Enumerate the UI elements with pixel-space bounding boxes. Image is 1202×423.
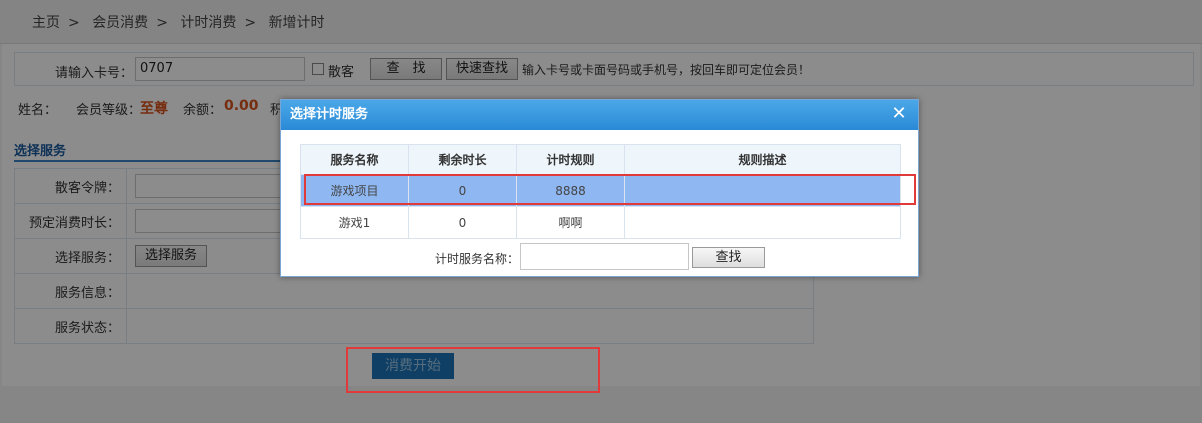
cell-service-name: 游戏1: [300, 206, 409, 239]
cell-description: [624, 206, 901, 239]
dialog-title: 选择计时服务: [290, 107, 369, 122]
column-header-rule: 计时规则: [516, 144, 625, 175]
column-header-remaining: 剩余时长: [408, 144, 517, 175]
cell-rule: 啊啊: [516, 206, 625, 239]
close-icon[interactable]: ✕: [890, 105, 908, 123]
service-name-search-label: 计时服务名称：: [435, 252, 520, 266]
select-timed-service-dialog: 选择计时服务 ✕ 服务名称 剩余时长 计时规则 规则描述 游戏项目 0 8888: [280, 99, 919, 277]
dialog-search-button[interactable]: 查找: [692, 247, 765, 268]
table-row[interactable]: 游戏1 0 啊啊: [300, 206, 901, 239]
service-name-search-input[interactable]: [520, 243, 689, 270]
column-header-service-name: 服务名称: [300, 144, 409, 175]
table-header-row: 服务名称 剩余时长 计时规则 规则描述: [300, 144, 901, 175]
selected-row-highlight: [304, 174, 916, 205]
cell-remaining: 0: [408, 206, 517, 239]
dialog-header: 选择计时服务 ✕: [281, 100, 918, 130]
page: 主页 > 会员消费 > 计时消费 > 新增计时 请输入卡号： 0707 散客 查 找 …: [0, 0, 1202, 423]
column-header-description: 规则描述: [624, 144, 901, 175]
start-button-highlight: [346, 347, 600, 393]
